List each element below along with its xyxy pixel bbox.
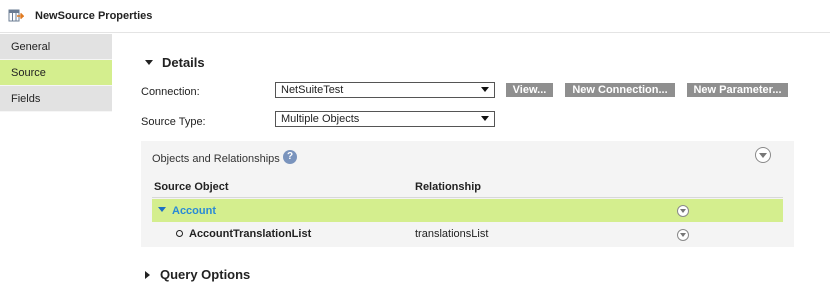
objects-panel-title: Objects and Relationships (152, 153, 280, 165)
connection-select[interactable]: NetSuiteTest (275, 82, 495, 98)
source-object-name: AccountTranslationList (189, 228, 312, 240)
query-options-section-toggle[interactable]: Query Options (145, 267, 250, 282)
new-parameter-button[interactable]: New Parameter... (687, 83, 788, 97)
panel-menu-icon[interactable] (755, 147, 771, 163)
sidebar-item-general[interactable]: General (0, 34, 112, 60)
sidebar: General Source Fields (0, 34, 112, 297)
row-menu-icon[interactable] (677, 205, 689, 217)
table-row[interactable]: Account (152, 199, 783, 222)
details-section-toggle[interactable]: Details (145, 55, 205, 70)
source-type-select-value: Multiple Objects (281, 113, 360, 125)
row-menu-icon[interactable] (677, 229, 689, 241)
expand-caret-icon[interactable] (158, 207, 166, 212)
title-bar: NewSource Properties (0, 0, 830, 33)
table-row[interactable]: AccountTranslationList translationsList (152, 222, 783, 245)
source-type-label: Source Type: (141, 116, 206, 128)
sidebar-item-source[interactable]: Source (0, 60, 112, 86)
window-title: NewSource Properties (35, 10, 153, 22)
view-button[interactable]: View... (506, 83, 553, 97)
header-divider (152, 197, 783, 198)
source-type-select[interactable]: Multiple Objects (275, 111, 495, 127)
caret-right-icon (145, 270, 150, 279)
dropdown-arrow-icon (481, 116, 489, 121)
caret-down-icon (145, 60, 153, 65)
query-options-heading: Query Options (160, 267, 251, 282)
connection-label: Connection: (141, 86, 200, 98)
source-object-name[interactable]: Account (172, 205, 216, 217)
bullet-icon (176, 230, 183, 237)
relationship-value: translationsList (415, 228, 489, 240)
main-content: Details Connection: NetSuiteTest View...… (112, 34, 830, 297)
source-table-icon (8, 8, 25, 24)
column-header-source-object: Source Object (154, 181, 229, 193)
dropdown-arrow-icon (481, 87, 489, 92)
connection-select-value: NetSuiteTest (281, 84, 344, 96)
help-icon[interactable]: ? (283, 150, 297, 164)
new-connection-button[interactable]: New Connection... (565, 83, 675, 97)
objects-relationships-panel: Objects and Relationships ? Source Objec… (141, 141, 794, 247)
sidebar-item-fields[interactable]: Fields (0, 86, 112, 112)
details-heading: Details (162, 55, 205, 70)
column-header-relationship: Relationship (415, 181, 482, 193)
